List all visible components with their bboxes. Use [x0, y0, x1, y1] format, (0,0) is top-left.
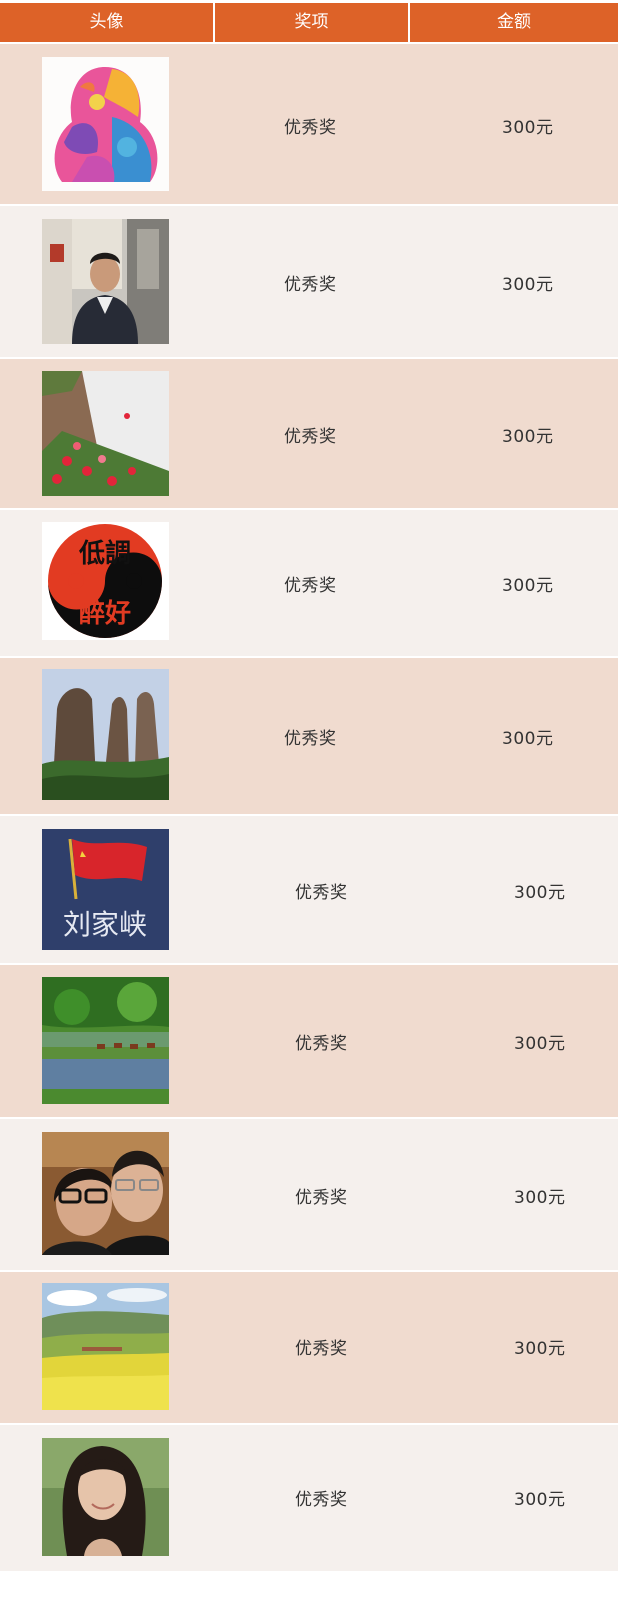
man-in-office-photo	[42, 219, 169, 344]
award-amount: 300元	[514, 1490, 566, 1510]
award-name: 优秀奖	[284, 118, 337, 138]
award-amount: 300元	[502, 275, 554, 295]
award-name: 优秀奖	[284, 729, 337, 749]
award-amount: 300元	[514, 883, 566, 903]
lake-horses-photo	[42, 977, 169, 1104]
table-row: 优秀奖 300元	[0, 1117, 618, 1270]
award-name: 优秀奖	[295, 1034, 348, 1054]
avatar-text: 刘家峡	[63, 908, 147, 941]
avatar-text-top: 低調	[78, 538, 131, 569]
table-row: 优秀奖 300元	[0, 1270, 618, 1423]
award-amount: 300元	[514, 1188, 566, 1208]
yin-yang-avatar: 低調 醉好	[42, 522, 169, 640]
red-poppies-photo	[42, 371, 169, 496]
award-name: 优秀奖	[295, 1339, 348, 1359]
award-name: 优秀奖	[295, 1490, 348, 1510]
award-name: 优秀奖	[295, 883, 348, 903]
award-amount: 300元	[502, 118, 554, 138]
award-amount: 300元	[514, 1339, 566, 1359]
header-award: 奖项	[294, 12, 329, 32]
award-name: 优秀奖	[295, 1188, 348, 1208]
award-amount: 300元	[502, 427, 554, 447]
rock-peaks-photo	[42, 669, 169, 800]
award-amount: 300元	[502, 729, 554, 749]
awards-table: 头像 奖项 金额 优秀奖 300元 优秀奖 300元 优秀奖 300元 低調 醉…	[0, 3, 618, 1571]
red-flag-avatar: 刘家峡	[42, 829, 169, 950]
table-row: 优秀奖 300元	[0, 357, 618, 508]
header-amount: 金额	[497, 12, 531, 32]
rapeseed-field-photo	[42, 1283, 169, 1410]
award-amount: 300元	[502, 576, 554, 596]
table-row: 优秀奖 300元	[0, 204, 618, 357]
table-row: 优秀奖 300元	[0, 963, 618, 1117]
header-avatar: 头像	[89, 12, 124, 32]
colorful-penguin-avatar	[42, 57, 169, 191]
table-header: 头像 奖项 金额	[0, 3, 618, 42]
award-name: 优秀奖	[284, 427, 337, 447]
woman-portrait-photo	[42, 1438, 169, 1556]
couple-selfie-photo	[42, 1132, 169, 1255]
award-name: 优秀奖	[284, 275, 337, 295]
table-row: 优秀奖 300元	[0, 1423, 618, 1571]
award-amount: 300元	[514, 1034, 566, 1054]
avatar-text-bottom: 醉好	[79, 599, 131, 629]
table-row: 优秀奖 300元	[0, 42, 618, 204]
award-name: 优秀奖	[284, 576, 337, 596]
table-row: 优秀奖 300元	[0, 656, 618, 814]
table-row: 低調 醉好 优秀奖 300元	[0, 508, 618, 656]
table-row: 刘家峡 优秀奖 300元	[0, 814, 618, 963]
